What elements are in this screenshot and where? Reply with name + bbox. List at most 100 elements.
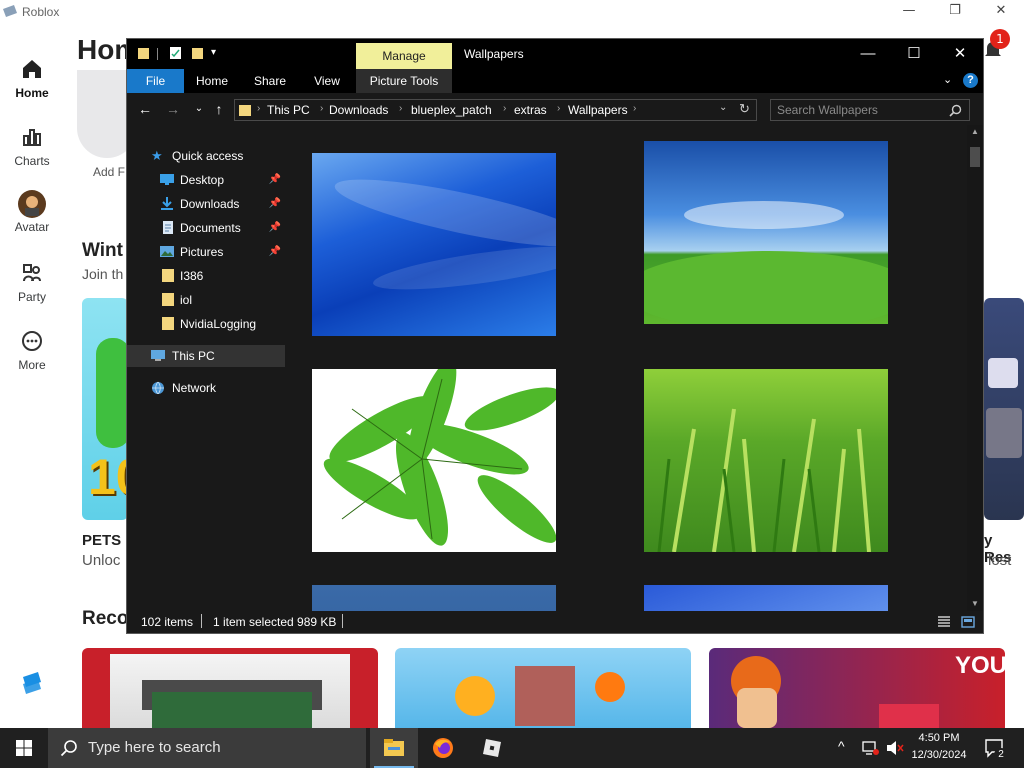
file-thumbnail[interactable]: [312, 153, 556, 336]
explorer-title: Wallpapers: [464, 47, 524, 61]
sidebar-item-downloads[interactable]: Downloads 📌: [127, 193, 285, 215]
breadcrumb-this-pc[interactable]: This PC: [267, 103, 310, 117]
game-card-pets[interactable]: 10: [82, 298, 128, 520]
back-arrow-icon[interactable]: ←: [137, 101, 153, 117]
breadcrumb-downloads[interactable]: Downloads: [329, 103, 388, 117]
file-thumbnail-partial[interactable]: [312, 585, 556, 611]
file-explorer-icon: [384, 739, 404, 756]
windows-logo-icon: [16, 740, 32, 756]
sidebar-item-documents[interactable]: Documents 📌: [127, 217, 285, 239]
computer-icon: [151, 350, 165, 361]
roblox-logo-icon: [3, 5, 17, 17]
tab-share[interactable]: Share: [240, 69, 300, 93]
sidebar-item-i386[interactable]: I386: [127, 265, 285, 287]
explorer-minimize-button[interactable]: —: [845, 39, 891, 69]
network-status-icon[interactable]: [862, 741, 880, 755]
rec-card-2[interactable]: [395, 648, 691, 728]
nav-more[interactable]: More: [0, 330, 64, 372]
clock-time[interactable]: 4:50 PM: [910, 732, 968, 744]
address-folder-icon: [239, 105, 251, 116]
properties-icon[interactable]: [169, 46, 182, 60]
expand-ribbon-chevron-icon[interactable]: ⌄: [943, 73, 952, 86]
file-thumbnail[interactable]: [644, 369, 888, 552]
new-folder-icon[interactable]: [191, 46, 204, 60]
sidebar-item-desktop[interactable]: Desktop 📌: [127, 169, 285, 191]
large-icons-view-icon[interactable]: [961, 615, 975, 629]
nav-home-label: Home: [15, 86, 49, 100]
file-thumbnail-partial[interactable]: [644, 585, 888, 611]
status-separator: [342, 614, 343, 628]
tab-view[interactable]: View: [300, 69, 354, 93]
search-placeholder: Search Wallpapers: [777, 103, 878, 117]
tab-file[interactable]: File: [127, 69, 184, 93]
details-view-icon[interactable]: [937, 615, 951, 629]
breadcrumb-blueplex-patch[interactable]: blueplex_patch: [411, 103, 492, 117]
rec-card-3[interactable]: YOU: [709, 648, 1005, 728]
game-card-right[interactable]: [984, 298, 1024, 520]
pin-icon: 📌: [268, 198, 281, 209]
tab-picture-tools[interactable]: Picture Tools: [356, 69, 452, 93]
nav-avatar[interactable]: Avatar: [0, 190, 64, 234]
explorer-close-button[interactable]: ✕: [937, 39, 983, 69]
pin-icon: 📌: [268, 174, 281, 185]
nav-charts-label: Charts: [14, 154, 50, 168]
nav-avatar-label: Avatar: [14, 220, 50, 234]
start-button[interactable]: [0, 728, 48, 768]
rec-card-1[interactable]: [82, 648, 378, 728]
taskbar-firefox[interactable]: [419, 728, 467, 768]
explorer-maximize-button[interactable]: ☐: [891, 39, 937, 69]
tab-home[interactable]: Home: [184, 69, 240, 93]
taskbar-roblox[interactable]: [468, 728, 516, 768]
address-bar[interactable]: › This PC › Downloads › blueplex_patch ›…: [234, 99, 757, 121]
sidebar-item-iol[interactable]: iol: [127, 289, 285, 311]
volume-muted-icon[interactable]: [886, 740, 904, 756]
refresh-icon[interactable]: ↻: [739, 101, 750, 117]
roblox-studio-icon[interactable]: [20, 670, 44, 694]
item-count: 102 items: [141, 615, 194, 629]
help-icon[interactable]: ?: [963, 73, 978, 88]
party-icon: [23, 264, 41, 282]
sidebar-item-pictures[interactable]: Pictures 📌: [127, 241, 285, 263]
breadcrumb-separator: ›: [399, 103, 403, 114]
nav-home[interactable]: Home: [0, 58, 64, 100]
folder-icon: [162, 293, 174, 306]
manage-tab[interactable]: Manage: [356, 43, 452, 70]
file-thumbnail[interactable]: [644, 141, 888, 324]
roblox-titlebar: Roblox — ❐ ✕: [0, 0, 1024, 26]
vertical-scrollbar[interactable]: ▲ ▼: [967, 125, 983, 611]
scroll-up-icon[interactable]: ▲: [971, 127, 979, 136]
show-hidden-icons-chevron-icon[interactable]: ^: [838, 738, 845, 754]
sidebar-item-nvidialogging[interactable]: NvidiaLogging: [127, 313, 285, 335]
sidebar-item-network[interactable]: Network: [127, 377, 285, 399]
nav-party[interactable]: Party: [0, 262, 64, 304]
sidebar-item-label: Network: [172, 381, 217, 395]
taskbar: Type here to search ^ 4:50 PM 12/30/2024…: [0, 728, 1024, 768]
taskbar-file-explorer[interactable]: [370, 728, 418, 768]
avatar-icon: [18, 190, 46, 218]
address-history-chevron-icon[interactable]: ⌄: [719, 102, 727, 113]
nav-charts[interactable]: Charts: [0, 126, 64, 168]
folder-icon[interactable]: [137, 46, 150, 60]
scrollbar-thumb[interactable]: [970, 147, 980, 167]
file-thumbnail[interactable]: [312, 369, 556, 552]
scroll-down-icon[interactable]: ▼: [971, 599, 979, 608]
sidebar-item-label: This PC: [172, 349, 215, 363]
sidebar-item-quick-access[interactable]: ★ Quick access: [127, 145, 285, 167]
sidebar-item-this-pc[interactable]: This PC: [127, 345, 285, 367]
search-input[interactable]: Search Wallpapers: [770, 99, 970, 121]
sidebar-item-label: Downloads: [180, 197, 240, 211]
breadcrumb-extras[interactable]: extras: [514, 103, 547, 117]
roblox-maximize-button[interactable]: ❐: [932, 0, 978, 26]
taskbar-search-input[interactable]: Type here to search: [48, 728, 366, 768]
forward-arrow-icon[interactable]: →: [165, 101, 181, 117]
roblox-close-button[interactable]: ✕: [978, 0, 1024, 26]
folder-icon: [162, 269, 174, 282]
up-arrow-icon[interactable]: ↑: [211, 101, 227, 117]
recent-locations-chevron-icon[interactable]: ⌄: [191, 101, 207, 117]
sidebar-item-label: NvidiaLogging: [180, 317, 257, 331]
clock-date[interactable]: 12/30/2024: [908, 749, 970, 761]
explorer-window: ▾ Manage Wallpapers — ☐ ✕ File Home Shar…: [126, 38, 984, 634]
roblox-minimize-button[interactable]: —: [886, 0, 932, 26]
breadcrumb-wallpapers[interactable]: Wallpapers: [568, 103, 628, 117]
customize-toolbar-chevron-icon[interactable]: ▾: [211, 47, 216, 58]
